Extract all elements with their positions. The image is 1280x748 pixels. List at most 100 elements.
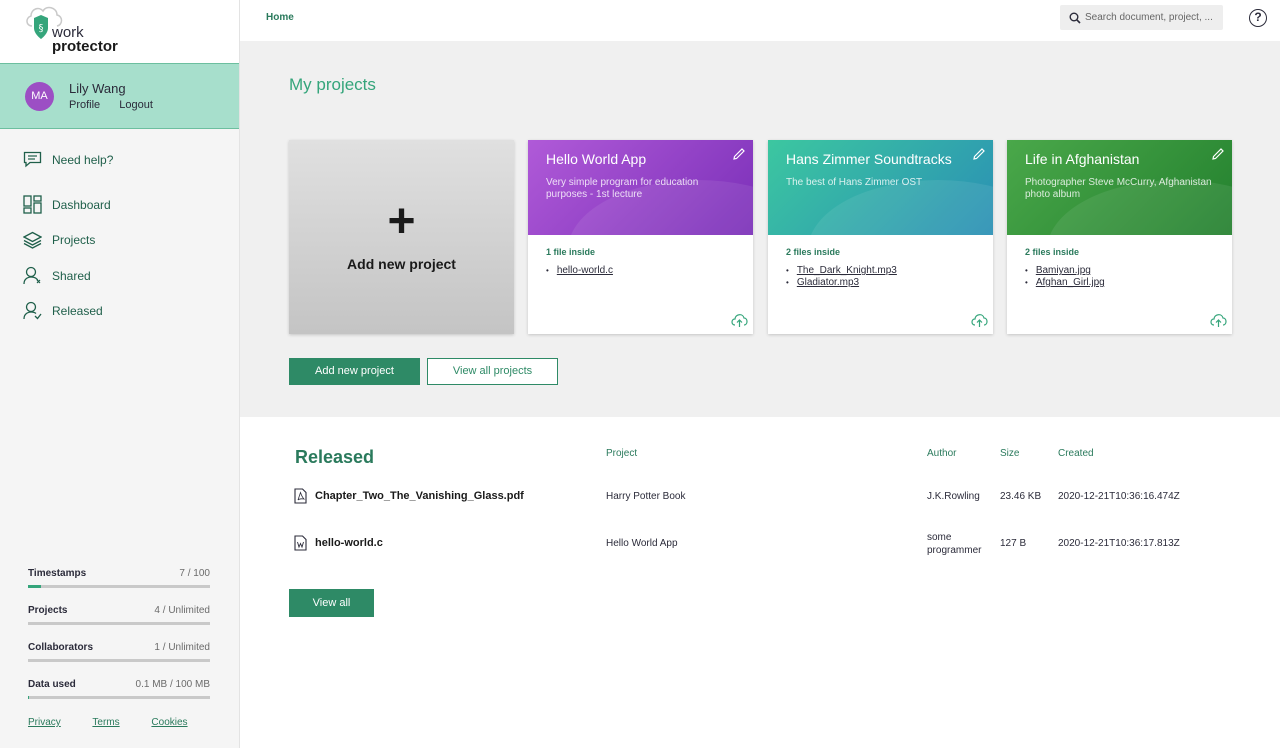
file-item: The_Dark_Knight.mp3 (786, 265, 975, 277)
file-size: 127 B (1000, 538, 1027, 549)
usage-value: 7 / 100 (179, 568, 210, 579)
usage-label: Projects (28, 605, 68, 616)
user-panel: MA Lily Wang Profile Logout (0, 63, 239, 129)
usage-bar (28, 585, 210, 588)
upload-cloud-icon[interactable] (730, 312, 749, 328)
project-card-header: Hello World App Very simple program for … (528, 140, 753, 235)
edit-icon[interactable] (1211, 147, 1225, 161)
user-links: Profile Logout (69, 99, 169, 111)
file-link[interactable]: The_Dark_Knight.mp3 (797, 265, 897, 276)
usage-value: 0.1 MB / 100 MB (135, 679, 210, 690)
pdf-file-icon (294, 488, 307, 504)
sidebar-item-released[interactable]: Released (23, 301, 103, 320)
search-input[interactable] (1085, 12, 1220, 23)
usage-bar (28, 622, 210, 625)
column-header-project: Project (606, 448, 638, 459)
avatar[interactable]: MA (25, 82, 54, 111)
project-description: Photographer Steve McCurry, Afghanistan … (1025, 177, 1212, 200)
need-help-link[interactable]: Need help? (23, 151, 113, 168)
search-box (1060, 5, 1223, 30)
file-item: Gladiator.mp3 (786, 277, 975, 289)
file-list: hello-world.c (546, 265, 735, 277)
project-card-header: Life in Afghanistan Photographer Steve M… (1007, 140, 1232, 235)
help-icon[interactable]: ? (1249, 9, 1267, 27)
table-row[interactable]: Chapter_Two_The_Vanishing_Glass.pdf Harr… (0, 488, 1280, 508)
usage-timestamps: Timestamps 7 / 100 (28, 568, 210, 588)
sidebar-item-label: Shared (52, 268, 91, 283)
file-list: The_Dark_Knight.mp3 Gladiator.mp3 (786, 265, 975, 289)
projects-section: My projects + Add new project Hello Worl… (240, 41, 1280, 417)
project-card-body: 2 files inside The_Dark_Knight.mp3 Gladi… (768, 235, 993, 334)
chat-help-icon (23, 151, 42, 168)
terms-link[interactable]: Terms (92, 717, 119, 728)
edit-icon[interactable] (972, 147, 986, 161)
file-link[interactable]: Afghan_Girl.jpg (1036, 277, 1105, 288)
file-author: some programmer (927, 532, 982, 556)
search-icon (1069, 12, 1081, 24)
file-size: 23.46 KB (1000, 491, 1042, 502)
upload-cloud-icon[interactable] (1209, 312, 1228, 328)
cookies-link[interactable]: Cookies (151, 717, 187, 728)
usage-bar-fill (28, 585, 41, 588)
project-card-body: 2 files inside Bamiyan.jpg Afghan_Girl.j… (1007, 235, 1232, 334)
layers-icon (23, 231, 42, 249)
edit-icon[interactable] (732, 147, 746, 161)
project-card-header: Hans Zimmer Soundtracks The best of Hans… (768, 140, 993, 235)
view-all-projects-button[interactable]: View all projects (427, 358, 558, 385)
project-card[interactable]: Hello World App Very simple program for … (528, 140, 753, 334)
usage-bar (28, 696, 210, 699)
usage-label: Collaborators (28, 642, 94, 653)
project-title: Hello World App (546, 151, 647, 167)
usage-label: Data used (28, 679, 76, 690)
file-count: 2 files inside (786, 247, 841, 257)
logo-wordmark: work protector (52, 25, 118, 54)
file-name[interactable]: hello-world.c (315, 537, 383, 549)
file-name[interactable]: Chapter_Two_The_Vanishing_Glass.pdf (315, 490, 524, 502)
sidebar: § work protector MA Lily Wang Profile Lo… (0, 0, 240, 748)
file-item: Bamiyan.jpg (1025, 265, 1214, 277)
sidebar-item-label: Released (52, 303, 103, 318)
privacy-link[interactable]: Privacy (28, 717, 61, 728)
file-list: Bamiyan.jpg Afghan_Girl.jpg (1025, 265, 1214, 289)
released-title: Released (295, 447, 375, 467)
project-card-body: 1 file inside hello-world.c (528, 235, 753, 334)
project-card[interactable]: Hans Zimmer Soundtracks The best of Hans… (768, 140, 993, 334)
upload-cloud-icon[interactable] (970, 312, 989, 328)
file-link[interactable]: hello-world.c (557, 265, 613, 276)
add-project-card-label: Add new project (347, 256, 456, 272)
usage-label: Timestamps (28, 568, 87, 579)
sidebar-item-shared[interactable]: Shared (23, 266, 91, 285)
usage-data: Data used 0.1 MB / 100 MB (28, 679, 210, 699)
sidebar-item-dashboard[interactable]: Dashboard (23, 195, 111, 214)
file-count: 2 files inside (1025, 247, 1080, 257)
file-item: Afghan_Girl.jpg (1025, 277, 1214, 289)
project-title: Life in Afghanistan (1025, 151, 1140, 167)
file-link[interactable]: Gladiator.mp3 (797, 277, 859, 288)
sidebar-item-projects[interactable]: Projects (23, 231, 95, 249)
top-bar: Home ? (240, 0, 1280, 41)
add-project-button[interactable]: Add new project (289, 358, 420, 385)
file-created: 2020-12-21T10:36:16.474Z (1058, 491, 1180, 502)
view-all-released-button[interactable]: View all (289, 589, 374, 617)
logout-link[interactable]: Logout (119, 99, 153, 111)
document-file-icon (294, 535, 307, 551)
file-link[interactable]: Bamiyan.jpg (1036, 265, 1091, 276)
breadcrumb-home[interactable]: Home (266, 12, 294, 23)
sidebar-item-label: Projects (52, 233, 96, 247)
column-header-author: Author (927, 448, 957, 459)
column-header-size: Size (1000, 448, 1020, 459)
add-project-card[interactable]: + Add new project (289, 140, 514, 334)
need-help-label: Need help? (52, 152, 114, 167)
usage-collaborators: Collaborators 1 / Unlimited (28, 642, 210, 662)
svg-text:§: § (39, 23, 44, 34)
section-title: My projects (289, 75, 376, 94)
project-card[interactable]: Life in Afghanistan Photographer Steve M… (1007, 140, 1232, 334)
usage-bar (28, 659, 210, 662)
logo[interactable]: § work protector (0, 0, 239, 63)
usage-value: 4 / Unlimited (154, 605, 210, 616)
table-row[interactable]: hello-world.c Hello World App some progr… (0, 530, 1280, 560)
file-project: Hello World App (606, 538, 678, 549)
usage-value: 1 / Unlimited (154, 642, 210, 653)
profile-link[interactable]: Profile (69, 99, 100, 111)
file-project: Harry Potter Book (606, 491, 686, 502)
